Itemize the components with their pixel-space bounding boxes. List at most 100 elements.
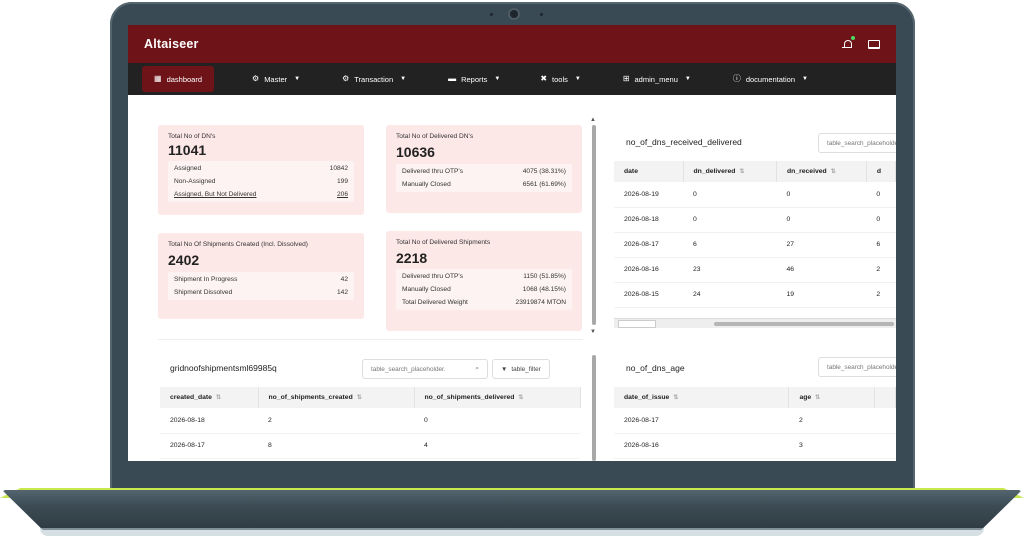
chevron-down-icon: ▼ [802, 76, 808, 82]
webcam [510, 10, 518, 18]
app-header: Altaiseer [128, 25, 896, 63]
sitemap-icon: ⊞ [622, 74, 630, 83]
app-title: Altaiseer [144, 37, 199, 51]
chevron-down-icon: ▼ [294, 76, 301, 82]
folder-icon: ▬ [448, 74, 457, 83]
card-shipments-created: Total No Of Shipments Created (Incl. Dis… [158, 233, 364, 319]
chevron-down-icon: ▼ [574, 76, 581, 82]
column-header[interactable]: no_of_shipments_created ⇅ [258, 387, 415, 408]
table-title: gridnoofshipmentsml69985q [170, 363, 277, 373]
dns-received-delivered-table: date dn_delivered ⇅ dn_received ⇅ d 2026-0… [614, 161, 896, 308]
card-row: Shipment In Progress 42 [174, 276, 348, 283]
card-value: 11041 [168, 142, 207, 158]
nav-documentation[interactable]: ⓘ documentation ▼ [723, 66, 818, 92]
sort-icon: ⇅ [356, 395, 362, 401]
sort-icon: ⇅ [830, 169, 836, 175]
card-title: Total No of Delivered Shipments [396, 239, 491, 246]
column-header[interactable]: created_date ⇅ [160, 387, 259, 408]
card-value: 2218 [396, 250, 428, 266]
nav-master[interactable]: ⚙ Master ▼ [242, 66, 310, 92]
nav-transaction[interactable]: ⚙ Transaction ▼ [332, 66, 416, 92]
laptop-mockup: Altaiseer ▦ dashboard ⚙ Master ▼ ⚙ Trans… [0, 0, 1024, 545]
card-row: Non-Assigned 199 [174, 178, 348, 185]
nav-label: tools [552, 74, 568, 84]
scroll-down-arrow[interactable]: ▼ [590, 329, 596, 335]
table-title: no_of_dns_age [626, 363, 685, 373]
sort-icon: ⇅ [673, 395, 679, 401]
scrollbar-thumb[interactable] [714, 322, 894, 326]
chevron-down-icon: ▼ [494, 76, 501, 82]
gear-icon: ⚙ [342, 74, 350, 83]
column-header[interactable]: dn_received ⇅ [776, 161, 867, 182]
dns-age-table: date_of_issue ⇅ age ⇅ 2026-08-17 2 2026-08-… [614, 387, 896, 459]
laptop-shadow [40, 528, 984, 536]
card-value: 10636 [396, 144, 435, 160]
page-size-select[interactable] [618, 319, 656, 328]
dashboard-content: Total No of DN's 11041 Assigned 10842 Non… [128, 95, 896, 461]
table-title: no_of_dns_received_delivered [626, 137, 742, 147]
nav-tools[interactable]: ✖ tools ▼ [530, 66, 591, 92]
table-row: 2026-08-16 3 [614, 433, 896, 459]
horizontal-scrollbar[interactable] [614, 318, 896, 328]
nav-dashboard[interactable]: ▦ dashboard [142, 66, 215, 92]
column-header[interactable]: date_of_issue ⇅ [614, 387, 790, 408]
filter-icon: ▼ [501, 365, 508, 373]
column-header[interactable]: dn_delivered ⇅ [683, 161, 778, 182]
nav-label: documentation [745, 74, 796, 84]
card-row-link[interactable]: Assigned, But Not Delivered 206 [174, 188, 348, 201]
column-header[interactable]: d [866, 161, 896, 182]
column-header[interactable]: date [614, 161, 684, 182]
table-row: 2026-08-17 8 4 [160, 433, 580, 459]
table-row: 2026-08-15 24 19 2 [614, 282, 896, 308]
tools-icon: ✖ [540, 74, 548, 83]
card-delivered-shipments: Total No of Delivered Shipments 2218 Del… [386, 231, 582, 331]
nav-label: dashboard [166, 74, 203, 84]
nav-admin-menu[interactable]: ⊞ admin_menu ▼ [613, 66, 701, 92]
filter-button[interactable]: ▼ table_filter [492, 359, 550, 379]
section-divider [158, 339, 583, 340]
search-icon: ⌕ [475, 365, 479, 372]
card-row: Manually Closed 6561 (61.69%) [402, 181, 566, 188]
column-header[interactable]: age ⇅ [788, 387, 875, 408]
nav-reports[interactable]: ▬ Reports ▼ [438, 66, 510, 92]
info-icon: ⓘ [732, 74, 741, 83]
table-row: 2026-08-17 6 27 6 [614, 232, 896, 258]
search-input[interactable]: table_search_placeholder. ⌕ [362, 359, 488, 379]
card-title: Total No of DN's [168, 133, 216, 140]
card-total-dn: Total No of DN's 11041 Assigned 10842 Non… [158, 125, 364, 215]
sort-icon: ⇅ [518, 395, 524, 401]
chevron-down-icon: ▼ [684, 76, 691, 82]
search-input[interactable]: table_search_placeholder [818, 133, 896, 153]
sort-icon: ⇅ [739, 169, 745, 175]
card-row: Delivered thru OTP's 4075 (38.31%) [402, 168, 566, 175]
chevron-down-icon: ▼ [400, 76, 407, 82]
column-header[interactable]: no_of_shipments_delivered ⇅ [414, 387, 581, 408]
card-value: 2402 [168, 252, 200, 268]
column-header [874, 387, 896, 408]
table-row: 2026-08-18 0 0 0 [614, 207, 896, 233]
vertical-scrollbar[interactable] [592, 125, 596, 325]
vertical-scrollbar[interactable] [592, 355, 596, 461]
sensor-dot [490, 13, 493, 16]
bell-icon[interactable] [842, 36, 855, 49]
nav-label: Reports [461, 74, 488, 84]
gear-icon: ⚙ [252, 74, 260, 83]
scroll-up-arrow[interactable]: ▲ [590, 117, 596, 123]
sort-icon: ⇅ [215, 395, 221, 401]
app-screen: Altaiseer ▦ dashboard ⚙ Master ▼ ⚙ Trans… [128, 25, 896, 461]
dashboard-icon: ▦ [154, 74, 162, 83]
nav-label: Master [264, 74, 288, 84]
sort-icon: ⇅ [815, 395, 821, 401]
card-row: Assigned 10842 [174, 165, 348, 172]
laptop-icon[interactable] [868, 39, 880, 49]
card-row: Delivered thru OTP's 1150 (51.85%) [402, 273, 566, 280]
search-input[interactable]: table_search_placeholder [818, 357, 896, 377]
notification-dot [851, 36, 855, 40]
card-title: Total No of Delivered DN's [396, 133, 474, 140]
table-row: 2026-08-19 0 0 0 [614, 182, 896, 208]
table-row: 2026-08-17 2 [614, 408, 896, 434]
card-title: Total No Of Shipments Created (Incl. Dis… [168, 241, 308, 248]
card-delivered-dn: Total No of Delivered DN's 10636 Deliver… [386, 125, 582, 213]
main-nav: ▦ dashboard ⚙ Master ▼ ⚙ Transaction ▼ ▬… [128, 63, 896, 95]
laptop-base [2, 490, 1022, 530]
